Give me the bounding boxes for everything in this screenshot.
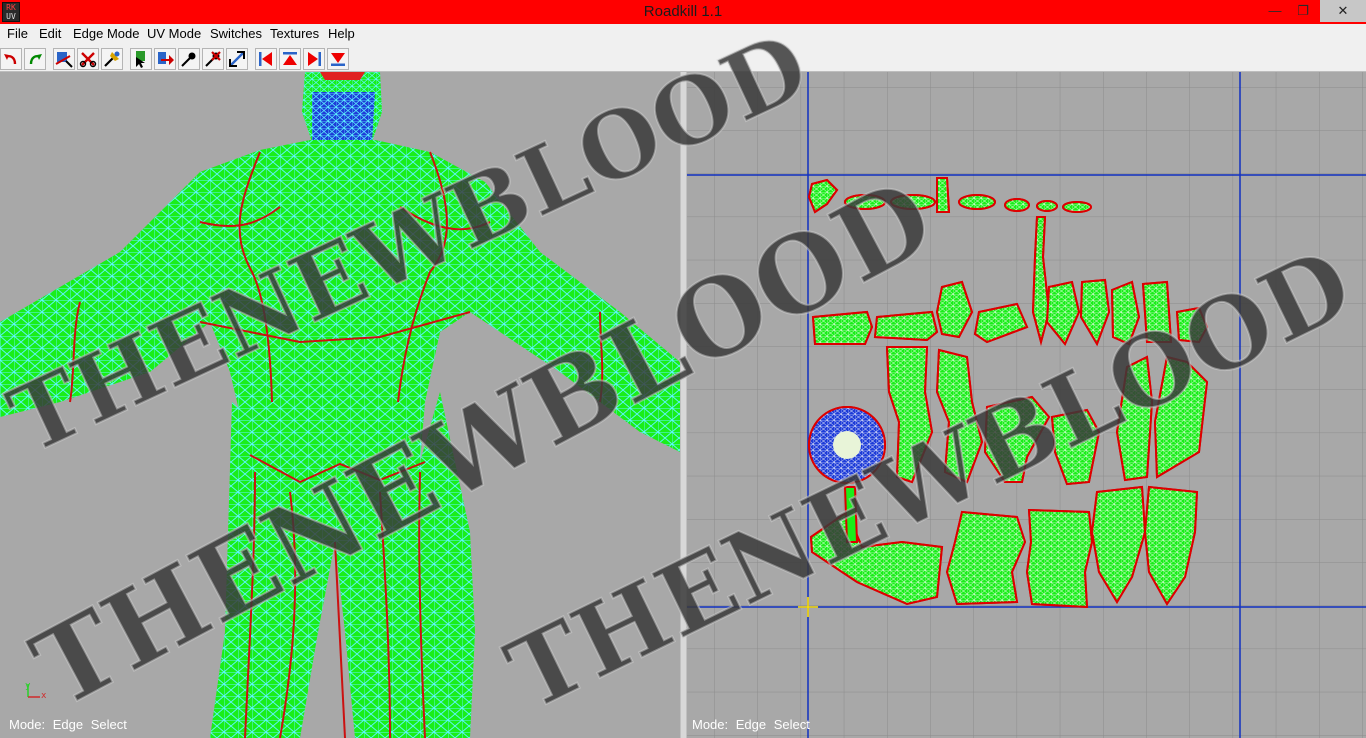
menu-bar: File Edit Edge Mode UV Mode Switches Tex… xyxy=(0,24,1366,44)
pin-button[interactable] xyxy=(178,48,200,70)
first-button[interactable] xyxy=(255,48,277,70)
up-icon xyxy=(283,52,297,65)
torso-mesh xyxy=(0,140,680,464)
3d-viewport[interactable]: y x Mode: Edge Select xyxy=(0,72,680,738)
menu-edge-mode[interactable]: Edge Mode xyxy=(73,26,140,41)
uv-viewport[interactable]: Mode: Edge Select xyxy=(687,72,1366,738)
menu-file[interactable]: File xyxy=(7,26,28,41)
cut-seam-button[interactable] xyxy=(77,48,99,70)
scale-icon xyxy=(229,51,245,67)
weld-icon xyxy=(104,51,120,67)
cut-seam-icon xyxy=(79,52,97,68)
scale-button[interactable] xyxy=(226,48,248,70)
pin-icon xyxy=(181,52,196,67)
menu-textures[interactable]: Textures xyxy=(270,26,319,41)
right-status: Mode: Edge Select xyxy=(692,717,814,732)
next-icon xyxy=(308,52,321,66)
axis-x-label: x xyxy=(41,691,47,701)
select-edge-button[interactable] xyxy=(130,48,152,70)
undo-button[interactable] xyxy=(0,48,22,70)
next-button[interactable] xyxy=(303,48,325,70)
select-arrow-button[interactable] xyxy=(154,48,176,70)
select-edge-icon xyxy=(136,51,145,68)
status-mode-select: Select xyxy=(773,717,810,732)
first-icon xyxy=(259,52,272,66)
minimize-button[interactable]: — xyxy=(1262,0,1288,22)
uv-editor-canvas xyxy=(687,72,1366,738)
redo-icon xyxy=(29,54,42,65)
menu-uv-mode[interactable]: UV Mode xyxy=(147,26,201,41)
status-mode-select: Select xyxy=(90,717,127,732)
close-button[interactable]: ✕ xyxy=(1320,0,1366,22)
axis-y-label: y xyxy=(25,681,31,691)
mark-seam-icon xyxy=(55,52,73,68)
character-mesh xyxy=(0,72,680,738)
down-button[interactable] xyxy=(327,48,349,70)
uv-island-head xyxy=(808,406,886,484)
neck-mesh xyxy=(302,72,382,142)
status-mode-label: Mode: xyxy=(692,717,729,732)
down-icon xyxy=(331,53,345,66)
status-mode-edge: Edge xyxy=(735,717,767,732)
undo-icon xyxy=(4,54,17,65)
mark-seam-button[interactable] xyxy=(53,48,75,70)
weld-button[interactable] xyxy=(101,48,123,70)
status-mode-edge: Edge xyxy=(52,717,84,732)
unpin-button[interactable] xyxy=(202,48,224,70)
menu-help[interactable]: Help xyxy=(328,26,355,41)
select-arrow-icon xyxy=(158,52,174,65)
redo-button[interactable] xyxy=(24,48,46,70)
menu-switches[interactable]: Switches xyxy=(210,26,262,41)
up-button[interactable] xyxy=(279,48,301,70)
status-mode-label: Mode: xyxy=(9,717,46,732)
toolbar xyxy=(0,44,1366,72)
viewport-splitter[interactable] xyxy=(680,72,687,738)
unpin-icon xyxy=(205,51,221,67)
left-status: Mode: Edge Select xyxy=(9,717,131,732)
maximize-button[interactable]: ❐ xyxy=(1290,0,1316,22)
menu-edit[interactable]: Edit xyxy=(39,26,61,41)
window-title: Roadkill 1.1 xyxy=(643,3,723,20)
title-bar: RK UV Roadkill 1.1 — ❐ ✕ xyxy=(0,0,1366,24)
